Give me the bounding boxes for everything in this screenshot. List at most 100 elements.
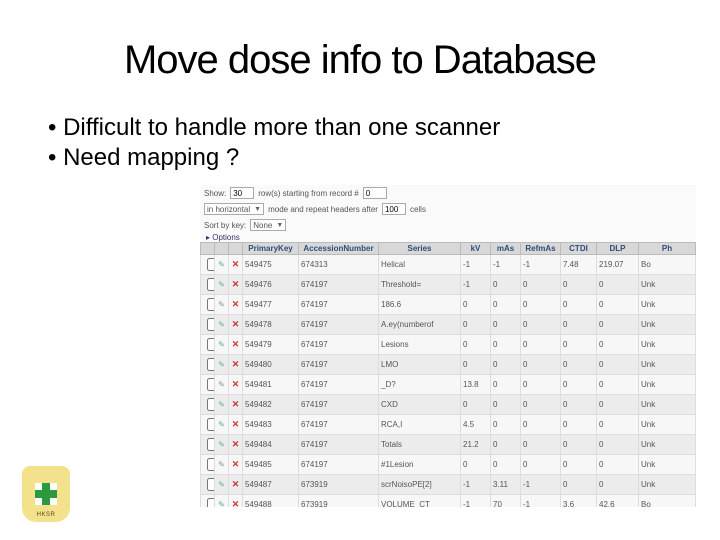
mode-text: mode and repeat headers after [268, 205, 378, 214]
row-checkbox[interactable] [207, 398, 215, 411]
row-checkbox[interactable] [207, 318, 215, 331]
column-header[interactable]: Ph [639, 243, 696, 255]
cell: _D? [379, 375, 461, 395]
edit-icon[interactable] [218, 300, 225, 309]
cell: -1 [491, 255, 521, 275]
cell: 0 [521, 315, 561, 335]
edit-icon[interactable] [218, 320, 225, 329]
column-header[interactable]: mAs [491, 243, 521, 255]
row-checkbox[interactable] [207, 258, 215, 271]
cell: -1 [521, 495, 561, 508]
delete-icon[interactable]: ✕ [232, 259, 240, 269]
repeat-input[interactable] [382, 203, 406, 215]
sort-select[interactable]: None ▼ [250, 219, 286, 231]
cell: Lesions [379, 335, 461, 355]
cell: Unk [639, 315, 696, 335]
cell: 0 [561, 375, 597, 395]
table-row: ✕549481674197_D?13.80000Unk [201, 375, 696, 395]
cell: 0 [461, 315, 491, 335]
delete-icon[interactable]: ✕ [232, 339, 240, 349]
record-input[interactable] [363, 187, 387, 199]
delete-icon[interactable]: ✕ [232, 459, 240, 469]
delete-icon[interactable]: ✕ [232, 419, 240, 429]
column-header[interactable]: RefmAs [521, 243, 561, 255]
row-checkbox[interactable] [207, 338, 215, 351]
cell: A.ey(numberof [379, 315, 461, 335]
row-limit-controls: Show: row(s) starting from record # [200, 185, 696, 201]
delete-icon[interactable]: ✕ [232, 439, 240, 449]
edit-icon[interactable] [218, 380, 225, 389]
cell: 549482 [243, 395, 299, 415]
cell: 549485 [243, 455, 299, 475]
table-row: ✕549475674313Helical-1-1-17.48219.07Bo [201, 255, 696, 275]
cell: 673919 [299, 475, 379, 495]
cell: 0 [561, 335, 597, 355]
cell: 0 [561, 395, 597, 415]
edit-icon[interactable] [218, 480, 225, 489]
db-panel: Show: row(s) starting from record # in h… [200, 185, 696, 507]
row-checkbox[interactable] [207, 358, 215, 371]
delete-icon[interactable]: ✕ [232, 379, 240, 389]
delete-icon[interactable]: ✕ [232, 299, 240, 309]
mode-controls: in horizontal ▼ mode and repeat headers … [200, 201, 696, 217]
row-checkbox[interactable] [207, 418, 215, 431]
edit-icon[interactable] [218, 360, 225, 369]
cell: 0 [597, 455, 639, 475]
cell: 674197 [299, 435, 379, 455]
data-table: PrimaryKeyAccessionNumberSerieskVmAsRefm… [200, 242, 696, 507]
row-checkbox[interactable] [207, 478, 215, 491]
cell: 674197 [299, 375, 379, 395]
bullet-list: Difficult to handle more than one scanne… [48, 113, 680, 173]
delete-icon[interactable]: ✕ [232, 499, 240, 507]
cell: 549478 [243, 315, 299, 335]
row-checkbox[interactable] [207, 498, 215, 507]
edit-icon[interactable] [218, 280, 225, 289]
bullet-item: Difficult to handle more than one scanne… [48, 113, 680, 143]
edit-icon[interactable] [218, 260, 225, 269]
chevron-down-icon: ▼ [276, 222, 283, 229]
cell: -1 [461, 495, 491, 508]
cell: 0 [597, 395, 639, 415]
delete-icon[interactable]: ✕ [232, 319, 240, 329]
row-checkbox[interactable] [207, 298, 215, 311]
row-checkbox[interactable] [207, 458, 215, 471]
cell: 0 [491, 415, 521, 435]
delete-icon[interactable]: ✕ [232, 399, 240, 409]
column-header[interactable] [215, 243, 229, 255]
column-header[interactable]: AccessionNumber [299, 243, 379, 255]
options-toggle[interactable]: ▸ Options [200, 233, 696, 242]
edit-icon[interactable] [218, 460, 225, 469]
column-header[interactable]: PrimaryKey [243, 243, 299, 255]
cell: Unk [639, 335, 696, 355]
edit-icon[interactable] [218, 420, 225, 429]
orientation-select[interactable]: in horizontal ▼ [204, 203, 264, 215]
edit-icon[interactable] [218, 440, 225, 449]
column-header[interactable] [229, 243, 243, 255]
cell: 549488 [243, 495, 299, 508]
delete-icon[interactable]: ✕ [232, 359, 240, 369]
column-header[interactable]: Series [379, 243, 461, 255]
column-header[interactable]: kV [461, 243, 491, 255]
column-header[interactable] [201, 243, 215, 255]
cell: 674197 [299, 455, 379, 475]
delete-icon[interactable]: ✕ [232, 279, 240, 289]
cell: 0 [521, 415, 561, 435]
cell: 0 [597, 355, 639, 375]
cell: Unk [639, 435, 696, 455]
delete-icon[interactable]: ✕ [232, 479, 240, 489]
table-row: ✕549480674197LMO00000Unk [201, 355, 696, 375]
edit-icon[interactable] [218, 340, 225, 349]
cell: 674197 [299, 415, 379, 435]
green-cross-icon [35, 483, 57, 505]
row-checkbox[interactable] [207, 438, 215, 451]
edit-icon[interactable] [218, 400, 225, 409]
column-header[interactable]: DLP [597, 243, 639, 255]
cell: Bo [639, 255, 696, 275]
column-header[interactable]: CTDI [561, 243, 597, 255]
show-input[interactable] [230, 187, 254, 199]
cell: 0 [561, 435, 597, 455]
edit-icon[interactable] [218, 500, 225, 507]
cell: RCA,I [379, 415, 461, 435]
row-checkbox[interactable] [207, 378, 215, 391]
row-checkbox[interactable] [207, 278, 215, 291]
